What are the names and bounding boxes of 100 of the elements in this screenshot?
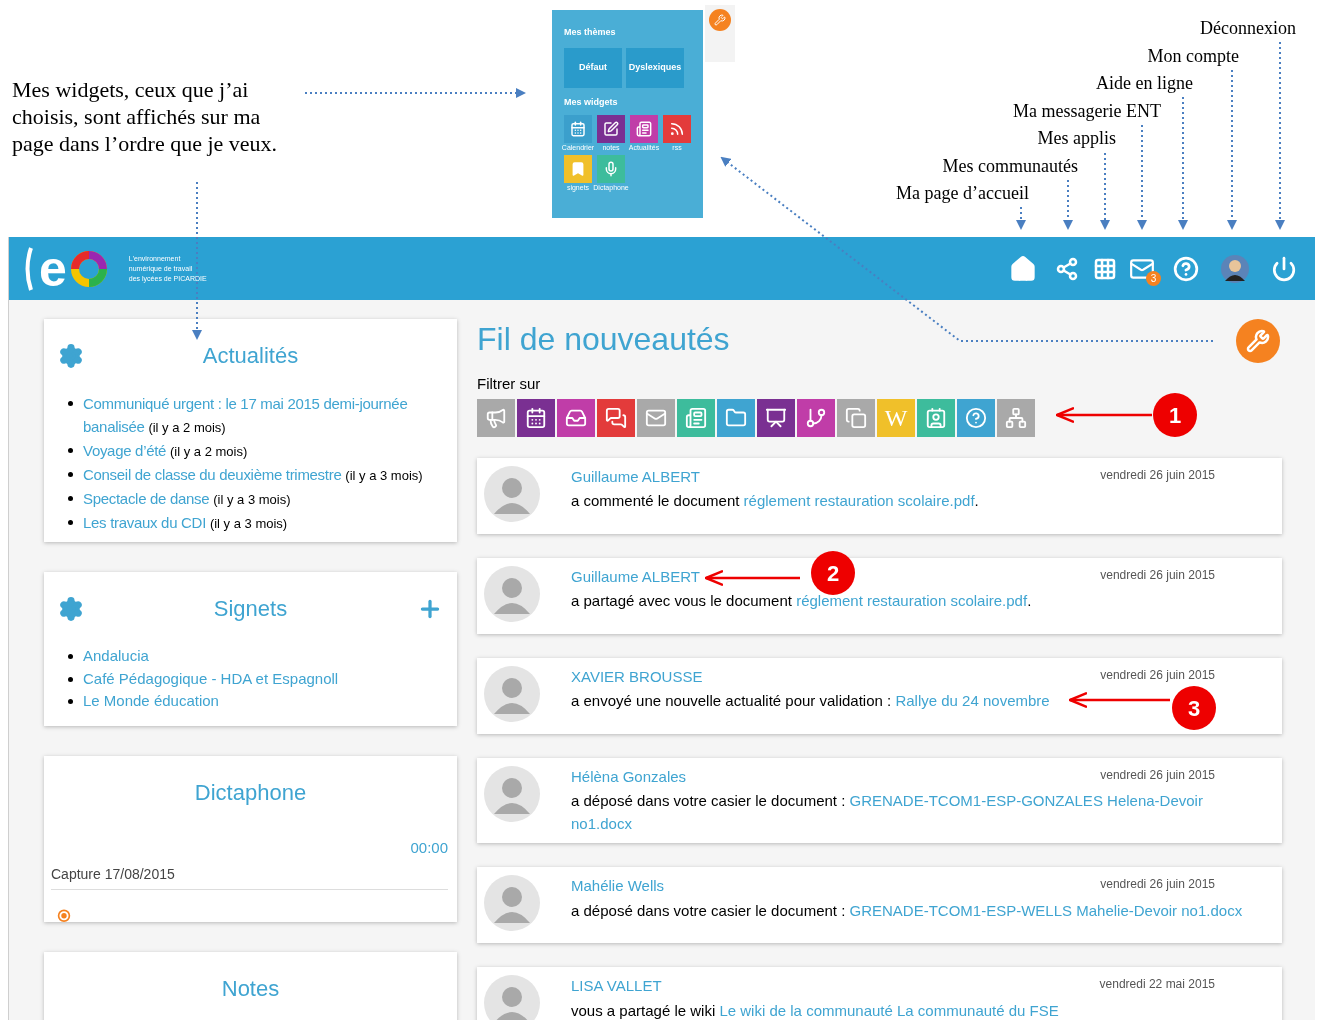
annotation-label: Mes communautés	[942, 154, 1078, 178]
bookmark-link[interactable]: Café Pédagogique - HDA et Espagnoll	[83, 667, 339, 690]
widget-tile[interactable]	[597, 155, 625, 183]
annotation-label: Ma page d’accueil	[896, 182, 1029, 205]
filter-button[interactable]	[557, 398, 595, 437]
widget-title: Dictaphone	[193, 779, 308, 807]
pen-icon	[603, 121, 619, 137]
avatar	[484, 665, 540, 722]
annotation-label: Mes applis	[1037, 127, 1116, 150]
annotation-note: Mes widgets, ceux que j’ai choisis, sont affichés sur ma page dans l’ordre que je veux.	[12, 76, 279, 157]
feed-text: a déposé dans votre casier le document : GRENADE-TCOM1-ESP-WELLS Mahelie-Devoir no1.docx	[571, 900, 1243, 921]
filter-button[interactable]: W	[877, 398, 915, 437]
calendar-icon	[525, 406, 547, 429]
feed-title: Fil de nouveautés	[477, 320, 730, 359]
feed-text: a commenté le document réglement restauration scolaire.pdf.	[571, 491, 979, 511]
bullet-icon	[68, 654, 73, 659]
theme-tile[interactable]: Dyslexiques	[626, 47, 684, 88]
user-avatar[interactable]	[1221, 254, 1249, 283]
widget-title: Notes	[51, 972, 450, 1020]
author-name[interactable]: Hélèna Gonzales	[571, 765, 687, 788]
avatar	[484, 565, 540, 622]
ring-icon	[68, 248, 109, 289]
copy-icon	[845, 406, 867, 429]
bullet-icon	[68, 401, 73, 406]
widget-title: Signets	[212, 595, 289, 623]
bullet-icon	[68, 448, 73, 453]
theme-tile[interactable]: Défaut	[564, 47, 622, 88]
news-item[interactable]: Voyage d’été (il y a 2 mois)	[83, 439, 248, 463]
tools-button[interactable]	[1236, 319, 1280, 363]
folder-icon	[725, 406, 747, 429]
feed-date: vendredi 26 juin 2015	[1100, 876, 1215, 893]
news-item[interactable]: Communiqué urgent : le 17 mai 2015 demi-journée banalisée (il y a 2 mois)	[83, 392, 443, 439]
bullet-icon	[68, 676, 73, 682]
calendar-icon	[570, 121, 586, 137]
widget-tile[interactable]	[564, 155, 592, 183]
feed-date: vendredi 26 juin 2015	[1100, 466, 1215, 484]
megaphone-icon	[485, 406, 507, 429]
annotation-label: Aide en ligne	[1096, 72, 1193, 95]
author-name[interactable]: Guillaume ALBERT	[571, 465, 700, 488]
filter-button[interactable]	[517, 398, 555, 437]
avatar	[484, 975, 540, 1020]
hierarchy-icon	[1005, 406, 1027, 429]
annotation-label: Ma messagerie ENT	[1013, 99, 1161, 123]
author-name[interactable]: Mahélie Wells	[571, 875, 665, 898]
bullet-icon	[68, 699, 73, 704]
board-icon	[765, 406, 787, 429]
branch-icon	[805, 406, 827, 429]
chat-icon	[605, 406, 627, 429]
avatar	[484, 875, 540, 931]
bullet-icon	[68, 496, 73, 501]
filter-button[interactable]	[757, 398, 795, 437]
settings-icon[interactable]	[58, 595, 84, 622]
panel-heading: Mes widgets	[564, 95, 619, 109]
settings-icon[interactable]	[58, 342, 84, 369]
author-name[interactable]: Guillaume ALBERT	[571, 565, 700, 588]
help-icon[interactable]	[1173, 255, 1199, 282]
help-icon	[965, 406, 987, 429]
power-icon[interactable]	[1271, 255, 1297, 282]
filter-button[interactable]	[797, 398, 835, 437]
filter-button[interactable]	[597, 398, 635, 437]
avatar	[484, 765, 540, 822]
widget-title: Actualités	[201, 342, 300, 370]
feed-date: vendredi 26 juin 2015	[1100, 666, 1215, 684]
bullet-icon	[68, 520, 73, 525]
widget-tile[interactable]	[663, 115, 691, 143]
tools-icon	[1246, 329, 1270, 353]
home-icon[interactable]	[1009, 254, 1037, 283]
avatar	[484, 465, 540, 522]
bracket-icon	[23, 245, 33, 292]
capture-label: Capture 17/08/2015	[51, 863, 448, 890]
news-item[interactable]: Conseil de classe du deuxième trimestre (il y a 3 mois)	[83, 463, 423, 487]
record-time: 00:00	[410, 838, 448, 858]
tools-button[interactable]	[709, 9, 731, 31]
widget-tile[interactable]	[564, 115, 592, 143]
feed-date: vendredi 26 juin 2015	[1100, 566, 1215, 584]
news-item[interactable]: Spectacle de danse (il y a 3 mois)	[83, 487, 291, 511]
mail-badge: 3	[1146, 270, 1161, 286]
news-item[interactable]: Les travaux du CDI (il y a 3 mois)	[83, 511, 288, 535]
feed-text: vous a partagé le wiki Le wiki de la communauté La communauté du FSE	[571, 1000, 1059, 1020]
bookmark-icon	[570, 161, 586, 177]
newspaper-icon	[685, 406, 707, 429]
author-name[interactable]: LISA VALLET	[571, 975, 662, 998]
bookmark-link[interactable]: Le Monde éducation	[83, 690, 219, 713]
widget-tile[interactable]	[630, 115, 658, 143]
filter-label: Filtrer sur	[477, 374, 542, 394]
panel-heading: Mes thèmes	[564, 26, 617, 39]
feed-date: vendredi 26 juin 2015	[1100, 766, 1215, 784]
bookmark-link[interactable]: Andalucia	[83, 645, 149, 668]
author-name[interactable]: XAVIER BROUSSE	[571, 665, 703, 688]
microphone-icon	[603, 161, 619, 177]
annotation-label: Déconnexion	[1200, 17, 1296, 40]
feed-text: a déposé dans votre casier le document : GRENADE-TCOM1-ESP-GONZALES Helena-Devoir no1.docx	[571, 791, 1204, 834]
logo-letter: e	[39, 243, 67, 294]
rss-icon	[669, 121, 685, 137]
bullet-icon	[68, 472, 73, 477]
widget-tile[interactable]	[597, 115, 625, 143]
feed-text: a envoyé une nouvelle actualité pour validation : Rallye du 24 novembre	[571, 691, 1050, 711]
share-icon[interactable]	[1055, 256, 1079, 281]
apps-grid-icon[interactable]	[1093, 256, 1117, 281]
annotation-label: Mon compte	[1147, 44, 1239, 68]
